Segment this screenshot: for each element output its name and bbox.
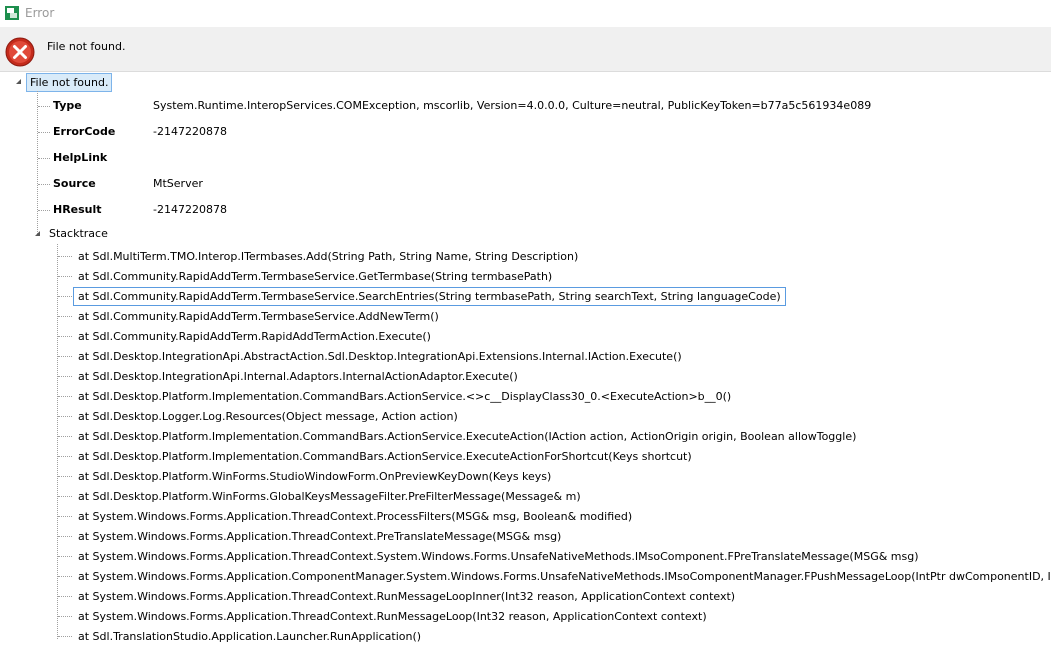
stacktrace-frame[interactable]: at Sdl.Desktop.IntegrationApi.Internal.A… bbox=[73, 367, 523, 386]
property-row[interactable]: Source MtServer bbox=[0, 174, 1051, 194]
collapse-icon[interactable] bbox=[35, 231, 40, 236]
property-row[interactable]: ErrorCode -2147220878 bbox=[0, 122, 1051, 142]
stacktrace-frame[interactable]: at System.Windows.Forms.Application.Thre… bbox=[73, 527, 566, 546]
property-key: HelpLink bbox=[53, 151, 108, 164]
stacktrace-node[interactable]: Stacktrace bbox=[49, 227, 108, 240]
error-header: File not found. bbox=[0, 27, 1051, 72]
app-icon bbox=[5, 6, 19, 20]
stacktrace-frame[interactable]: at System.Windows.Forms.Application.Thre… bbox=[73, 507, 637, 526]
stacktrace-frame[interactable]: at Sdl.Desktop.Platform.WinForms.GlobalK… bbox=[73, 487, 586, 506]
exception-tree[interactable]: File not found. Type System.Runtime.Inter… bbox=[0, 72, 1051, 649]
property-row[interactable]: HelpLink bbox=[0, 148, 1051, 168]
property-row[interactable]: Type System.Runtime.InteropServices.COMEx… bbox=[0, 96, 1051, 116]
stacktrace-frame[interactable]: at System.Windows.Forms.Application.Comp… bbox=[73, 567, 1051, 586]
stacktrace-frame[interactable]: at Sdl.TranslationStudio.Application.Lau… bbox=[73, 627, 426, 646]
stacktrace-frame[interactable]: at Sdl.Desktop.Platform.Implementation.C… bbox=[73, 427, 861, 446]
stacktrace-frame[interactable]: at Sdl.Desktop.Platform.Implementation.C… bbox=[73, 447, 697, 466]
property-row[interactable]: HResult -2147220878 bbox=[0, 200, 1051, 220]
property-value: -2147220878 bbox=[153, 203, 227, 216]
property-key: ErrorCode bbox=[53, 125, 116, 138]
error-icon bbox=[5, 37, 35, 67]
stacktrace-frame[interactable]: at System.Windows.Forms.Application.Thre… bbox=[73, 547, 924, 566]
property-value: -2147220878 bbox=[153, 125, 227, 138]
stacktrace-frame[interactable]: at Sdl.Community.RapidAddTerm.TermbaseSe… bbox=[73, 267, 557, 286]
stacktrace-frame[interactable]: at Sdl.Community.RapidAddTerm.RapidAddTe… bbox=[73, 327, 436, 346]
stacktrace-frame[interactable]: at Sdl.MultiTerm.TMO.Interop.ITermbases.… bbox=[73, 247, 583, 266]
stacktrace-frame[interactable]: at System.Windows.Forms.Application.Thre… bbox=[73, 607, 712, 626]
collapse-icon[interactable] bbox=[16, 79, 21, 84]
property-key: HResult bbox=[53, 203, 102, 216]
stacktrace-frame[interactable]: at System.Windows.Forms.Application.Thre… bbox=[73, 587, 740, 606]
property-value: MtServer bbox=[153, 177, 203, 190]
property-key: Source bbox=[53, 177, 96, 190]
window-title: Error bbox=[25, 6, 55, 20]
tree-root-label[interactable]: File not found. bbox=[26, 73, 113, 92]
error-message: File not found. bbox=[47, 40, 126, 53]
stacktrace-frame[interactable]: at Sdl.Desktop.IntegrationApi.AbstractAc… bbox=[73, 347, 687, 366]
title-bar: Error bbox=[0, 0, 1051, 27]
stacktrace-frame[interactable]: at Sdl.Desktop.Platform.WinForms.StudioW… bbox=[73, 467, 556, 486]
stacktrace-frame[interactable]: at Sdl.Community.RapidAddTerm.TermbaseSe… bbox=[73, 307, 444, 326]
stacktrace-frame[interactable]: at Sdl.Desktop.Platform.Implementation.C… bbox=[73, 387, 736, 406]
property-key: Type bbox=[53, 99, 82, 112]
stacktrace-frame[interactable]: at Sdl.Community.RapidAddTerm.TermbaseSe… bbox=[73, 287, 786, 306]
property-value: System.Runtime.InteropServices.COMExcept… bbox=[153, 99, 872, 112]
stacktrace-frame[interactable]: at Sdl.Desktop.Logger.Log.Resources(Obje… bbox=[73, 407, 463, 426]
